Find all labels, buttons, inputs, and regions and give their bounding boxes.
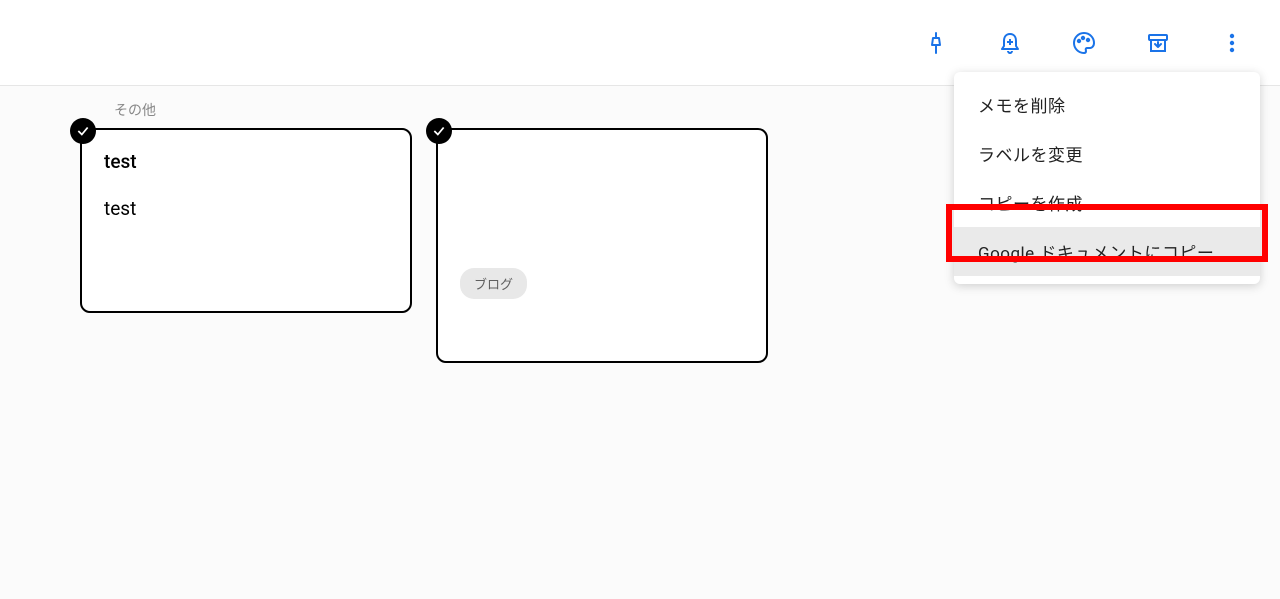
note-title: test xyxy=(104,150,388,173)
menu-item-copy-to-docs[interactable]: Google ドキュメントにコピー xyxy=(954,227,1260,276)
more-icon[interactable] xyxy=(1220,31,1244,55)
pin-icon[interactable] xyxy=(924,31,948,55)
check-icon[interactable] xyxy=(70,118,96,144)
menu-item-make-copy[interactable]: コピーを作成 xyxy=(954,178,1260,227)
check-icon[interactable] xyxy=(426,118,452,144)
more-dropdown-menu: メモを削除 ラベルを変更 コピーを作成 Google ドキュメントにコピー xyxy=(954,72,1260,284)
note-label-pill[interactable]: ブログ xyxy=(460,268,527,299)
menu-item-delete[interactable]: メモを削除 xyxy=(954,80,1260,129)
menu-item-change-label[interactable]: ラベルを変更 xyxy=(954,129,1260,178)
note-card[interactable]: ブログ xyxy=(436,128,768,363)
palette-icon[interactable] xyxy=(1072,31,1096,55)
note-card[interactable]: test test xyxy=(80,128,412,313)
note-body: test xyxy=(104,197,388,220)
reminder-icon[interactable] xyxy=(998,31,1022,55)
archive-icon[interactable] xyxy=(1146,31,1170,55)
